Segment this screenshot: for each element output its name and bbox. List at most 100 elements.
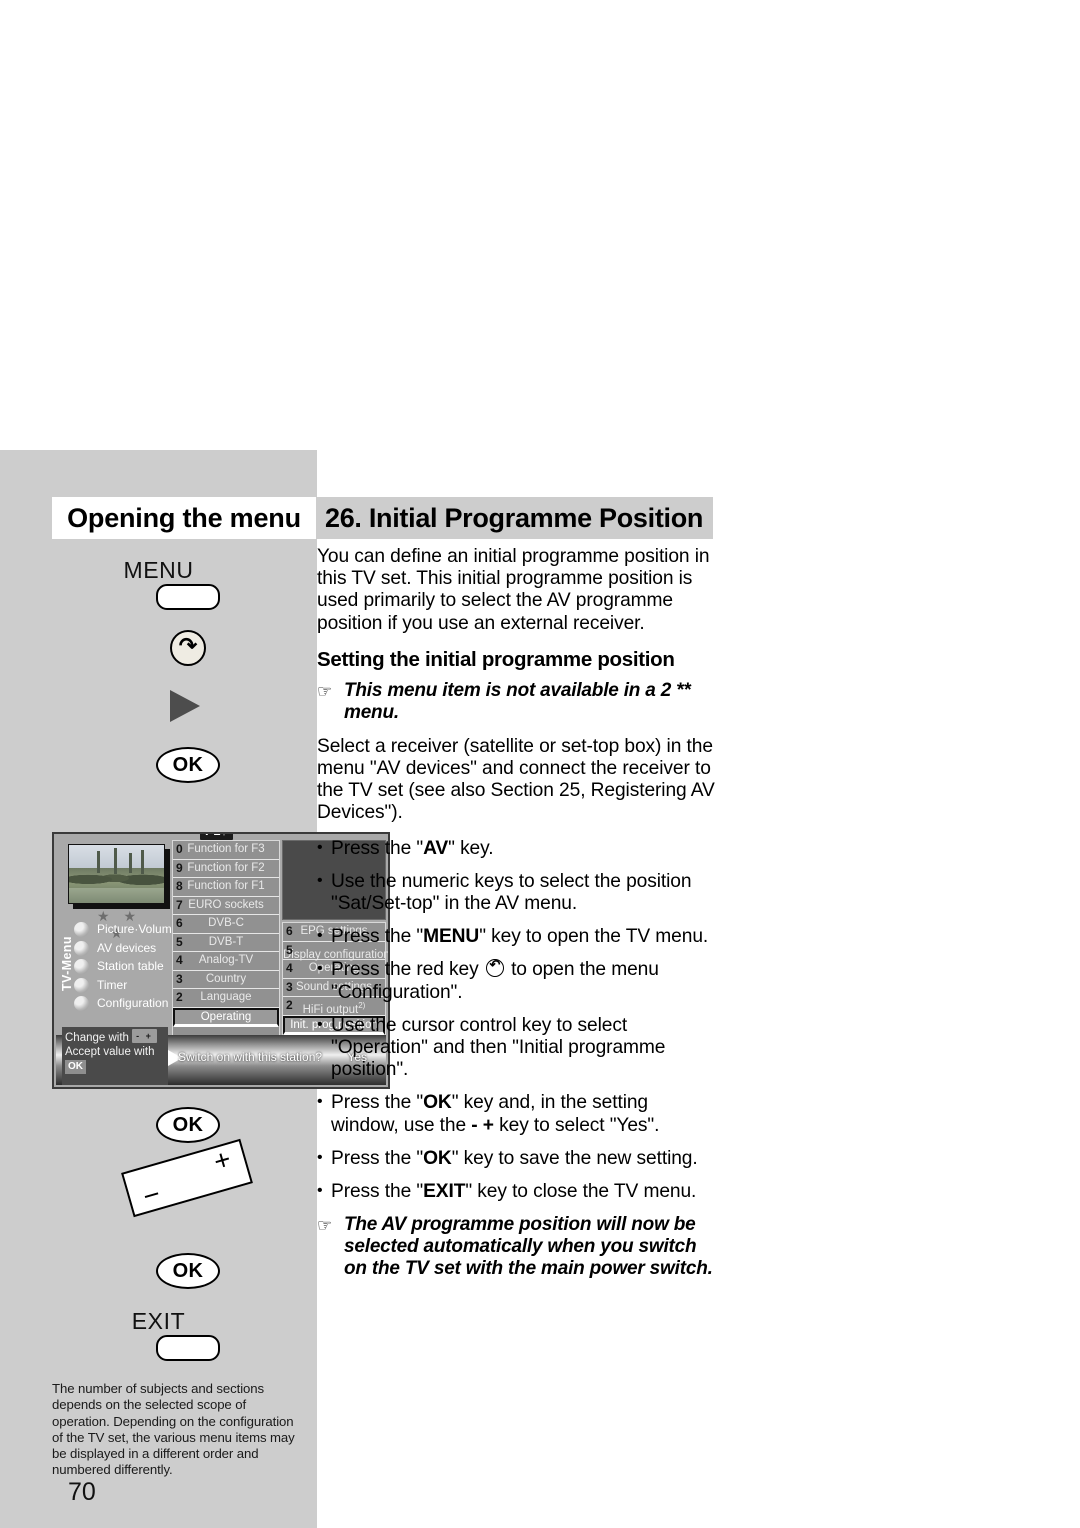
plus-minus-key-inline-icon: - + <box>471 1114 494 1136</box>
tv-submenu-1-row-number: 8 <box>176 879 183 893</box>
intro-paragraph: You can define an initial programme posi… <box>317 546 710 634</box>
tv-submenu-1-row-label: DVB-C <box>208 917 244 929</box>
tv-submenu-1-row-label: DVB-T <box>208 935 244 948</box>
tv-submenu-1-row-label: EURO sockets <box>188 898 264 911</box>
menu-key-label: MENU <box>123 557 194 583</box>
tv-submenu-1-row[interactable]: 4 Analog-TV <box>173 952 279 971</box>
instruction-upper-item-key: AV <box>423 837 449 859</box>
plus-key-label: + <box>210 1142 235 1178</box>
instruction-lower-item-text-suffix: key to select "Yes". <box>493 1114 660 1136</box>
note-text: The AV programme position will now be se… <box>344 1214 713 1280</box>
tv-submenu-1-row-label: Function for F1 <box>187 880 265 892</box>
instruction-upper-item: Press the red key to open the menu "Conf… <box>317 957 717 1003</box>
note-auto-select: ☞ The AV programme position will now be … <box>317 1214 717 1280</box>
tv-submenu-1-row[interactable]: 5 DVB-T <box>173 934 279 952</box>
tv-menu-item-label: Configuration <box>97 996 169 1010</box>
hand-pointer-icon: ☞ <box>317 681 333 701</box>
instruction-upper-item-text: Use the numeric keys to select the posit… <box>331 870 692 915</box>
manual-page: Opening the menu 26. Initial Programme P… <box>0 0 1080 1528</box>
bullet-sphere-icon <box>74 940 89 956</box>
tv-submenu-2-row-number: 2 <box>286 998 293 1012</box>
tv-submenu-1-row[interactable]: 7 EURO sockets <box>173 897 279 915</box>
tv-submenu-1-row-number: 6 <box>176 916 183 930</box>
tv-submenu-2-row-number: 6 <box>286 924 293 938</box>
page-number: 70 <box>68 1478 96 1506</box>
instruction-lower-item-text: Press the " <box>331 1092 424 1114</box>
instruction-upper-item-text: Press the red key <box>331 959 484 981</box>
tv-submenu-column-1: 0 Function for F3 9 Function for F2 8 Functio… <box>172 840 280 1036</box>
tv-submenu-1-row[interactable]: 9 Function for F2 <box>173 860 279 878</box>
tv-submenu-1-row[interactable]: 6 DVB-C <box>173 915 279 934</box>
note-text: This menu item is not available in a 2 *… <box>344 679 691 723</box>
menu-key-button[interactable] <box>156 584 220 610</box>
tv-menu-item-label: Picture·Volume <box>97 922 179 936</box>
instruction-upper-item-text-suffix: " key. <box>448 837 494 859</box>
tv-submenu-1-row[interactable]: 0 Function for F3 <box>173 841 279 860</box>
instruction-upper-item-key: MENU <box>423 926 480 948</box>
ok-key-button-1[interactable]: OK <box>156 747 220 783</box>
exit-key-button[interactable] <box>156 1335 220 1361</box>
tv-submenu-1-row-number: 0 <box>176 842 183 856</box>
tv-submenu-1-row-label: Language <box>200 991 252 1003</box>
hand-pointer-icon: ☞ <box>317 1216 333 1236</box>
ok-key-button-3[interactable]: OK <box>156 1253 220 1289</box>
ok-key-button-2[interactable]: OK <box>156 1107 220 1143</box>
tv-submenu-1-row-number: 3 <box>176 971 183 986</box>
red-back-key-inline-icon <box>485 957 504 978</box>
instruction-lower-item: Press the "OK" key to save the new setti… <box>317 1147 717 1170</box>
tv-menu-item-label: AV devices <box>97 940 157 955</box>
instruction-list-upper: Press the "AV" key.Use the numeric keys … <box>317 837 717 1082</box>
tv-submenu-2-row-number: 5 <box>286 942 293 957</box>
header-left-title: Opening the menu <box>52 497 316 539</box>
instruction-upper-item-text-suffix: " key to open the TV menu. <box>479 926 709 948</box>
tv-submenu-1-row-number: 4 <box>176 953 183 967</box>
instruction-upper-item-text: Use the cursor control key to select "Op… <box>331 1014 666 1081</box>
instruction-lower-item: Press the "EXIT" key to close the TV men… <box>317 1180 717 1203</box>
instruction-lower-item-text-suffix: " key to close the TV menu. <box>465 1181 697 1203</box>
tv-preview-image <box>68 844 165 904</box>
red-back-key-icon[interactable] <box>170 630 206 666</box>
instruction-upper-item: Press the "MENU" key to open the TV menu… <box>317 925 717 948</box>
instruction-upper-item: Use the cursor control key to select "Op… <box>317 1014 717 1082</box>
instruction-lower-item-text: Press the " <box>331 1181 424 1203</box>
tv-submenu-1-row-label: Function for F3 <box>187 843 265 855</box>
tv-submenu-2-row-number: 4 <box>286 961 293 975</box>
cursor-right-key-icon[interactable] <box>170 690 200 722</box>
page-header: Opening the menu 26. Initial Programme P… <box>52 497 713 539</box>
receiver-paragraph: Select a receiver (satellite or set-top … <box>317 735 715 824</box>
minus-key-label: − <box>139 1177 164 1213</box>
tv-menu-item-label: Timer <box>97 977 128 992</box>
instruction-lower-item-key: OK <box>423 1092 452 1114</box>
instruction-upper-item-text: Press the " <box>331 926 424 948</box>
tv-hint-change-with: Change with <box>65 1032 129 1044</box>
instruction-lower-item-text: Press the " <box>331 1147 424 1169</box>
tv-menu-item-label: Station table <box>97 959 164 973</box>
tv-submenu-1-row[interactable]: 2 Language <box>173 989 279 1008</box>
instruction-lower-item-text-suffix: " key to save the new setting. <box>451 1147 698 1169</box>
tv-submenu-1-row[interactable]: 3 Country <box>173 971 279 989</box>
note-not-available: ☞ This menu item is not available in a 2… <box>317 680 717 724</box>
footnote-text: The number of subjects and sections depe… <box>52 1381 295 1478</box>
tv-submenu-1-row-number: 2 <box>176 990 183 1004</box>
tv-submenu-1-row-number: 7 <box>176 897 183 912</box>
tv-submenu-1-row-label: Operating <box>200 1010 252 1023</box>
bullet-sphere-icon <box>74 977 89 993</box>
instruction-upper-item: Use the numeric keys to select the posit… <box>317 870 717 915</box>
tv-submenu-1-row[interactable]: Operating <box>173 1007 279 1027</box>
instruction-upper-item: Press the "AV" key. <box>317 837 717 860</box>
tv-submenu-1-row-number: 5 <box>176 934 183 949</box>
tv-submenu-1-row-label: Analog-TV <box>198 954 254 966</box>
bullet-sphere-icon <box>74 922 89 937</box>
f1-tab-badge: F1↑ <box>200 834 233 840</box>
instruction-lower-item-key: EXIT <box>423 1181 466 1203</box>
tv-submenu-1-row[interactable]: 8 Function for F1 <box>173 878 279 897</box>
exit-key-label: EXIT <box>131 1308 186 1334</box>
bullet-sphere-icon <box>74 959 89 974</box>
tv-hint-box: Change with - + Accept value with OK <box>62 1027 168 1085</box>
instruction-list-lower: Press the "OK" key and, in the setting w… <box>317 1091 717 1203</box>
tv-submenu-2-row-number: 3 <box>286 979 293 994</box>
tv-submenu-1-row-label: Function for F2 <box>187 861 265 874</box>
section-subheading: Setting the initial programme position <box>317 647 675 671</box>
instruction-upper-item-text: Press the " <box>331 837 424 859</box>
page-title: 26. Initial Programme Position <box>316 497 713 539</box>
